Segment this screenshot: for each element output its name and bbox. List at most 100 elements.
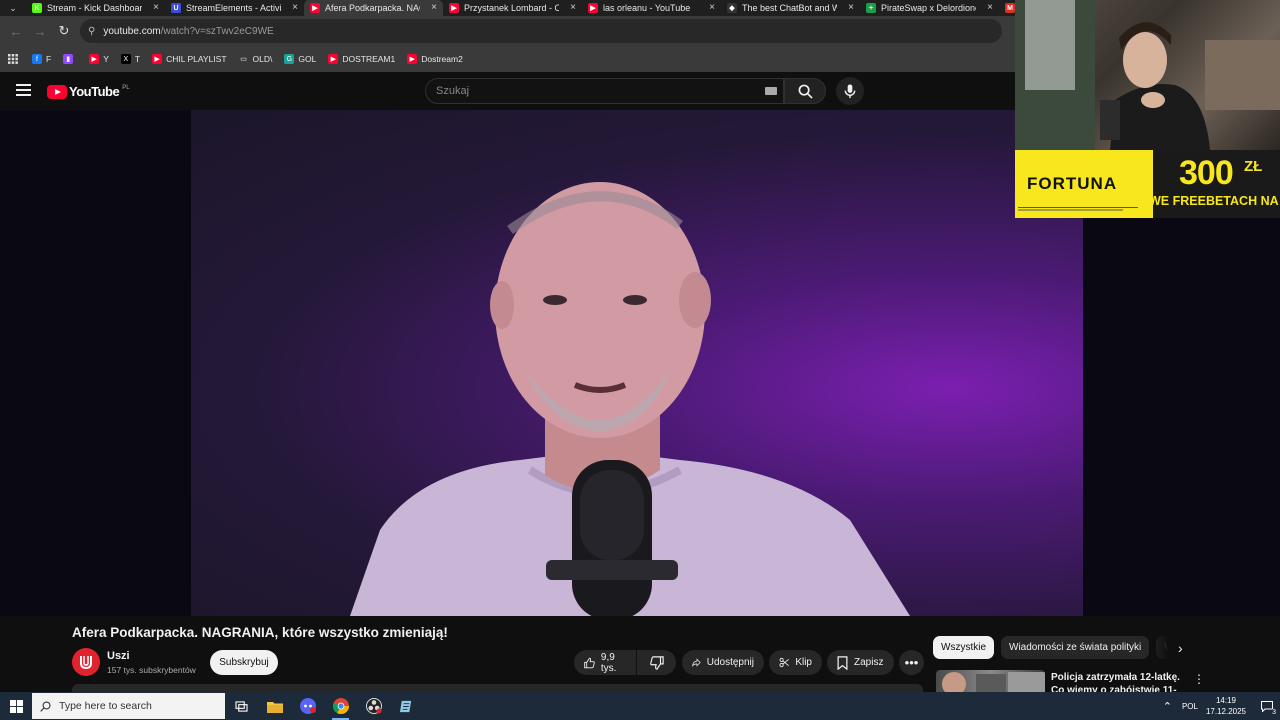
- bookmark-item[interactable]: ▶ CHIL PLAYLIST: [152, 54, 227, 64]
- bookmark-item[interactable]: ▶ Y: [89, 54, 109, 64]
- tab-close-icon[interactable]: ×: [848, 2, 854, 13]
- browser-tab[interactable]: + PirateSwap x Delordione ×: [860, 0, 999, 16]
- bookmark-favicon-icon: X: [120, 54, 131, 64]
- back-icon[interactable]: ←: [4, 24, 28, 39]
- scissors-icon: [779, 657, 789, 668]
- tab-title: The best ChatBot and Wi: [742, 3, 837, 13]
- dislike-button[interactable]: [637, 650, 676, 675]
- presenter-figure: [350, 182, 910, 616]
- taskbar-search-icon: [40, 700, 51, 712]
- voice-search-button[interactable]: [836, 77, 864, 105]
- recommended-more-icon[interactable]: ⋮: [1193, 672, 1205, 686]
- browser-tab[interactable]: K Stream - Kick Dashboard ×: [26, 0, 165, 16]
- more-actions-icon[interactable]: •••: [899, 650, 924, 675]
- thumbs-down-icon: [649, 655, 664, 670]
- bookmark-label: Dostream2: [421, 54, 463, 64]
- windows-start-icon[interactable]: [0, 692, 32, 720]
- keyboard-icon[interactable]: [765, 87, 777, 95]
- bookmark-label: Y: [103, 54, 109, 64]
- tab-close-icon[interactable]: ×: [987, 2, 993, 13]
- promo-text: WE FREEBETACH NA START: [1149, 194, 1280, 208]
- bookmark-item[interactable]: XT: [120, 54, 140, 64]
- channel-logo-icon: [80, 656, 92, 670]
- bookmark-label: F: [46, 54, 52, 64]
- sponsor-overlay: FORTUNA 300 ZŁ WE FREEBETACH NA START: [1015, 150, 1280, 218]
- clock[interactable]: 14:19 17.12.2025: [1206, 695, 1246, 717]
- browser-tab[interactable]: ▶ Afera Podkarpacka. NAGR ×: [304, 0, 443, 16]
- youtube-header: YouTube PL Szukaj: [0, 72, 1015, 110]
- channel-avatar[interactable]: [72, 648, 100, 676]
- tab-close-icon[interactable]: ×: [570, 2, 576, 13]
- description-box[interactable]: [72, 684, 923, 692]
- address-toolbar: ← → ↻ ⚲ youtube.com/watch?v=szTwv2eC9WE: [0, 16, 1015, 46]
- search-placeholder: Szukaj: [436, 85, 470, 97]
- url-path: /watch?v=szTwv2eC9WE: [160, 25, 274, 37]
- browser-tab[interactable]: ▶ Przystanek Lombard - Od ×: [443, 0, 582, 16]
- tab-title: StreamElements - Activity: [186, 3, 281, 13]
- bookmark-icon: [837, 655, 848, 670]
- subscribe-button[interactable]: Subskrybuj: [210, 650, 278, 675]
- address-bar[interactable]: ⚲ youtube.com/watch?v=szTwv2eC9WE: [80, 19, 1002, 43]
- tab-close-icon[interactable]: ×: [153, 2, 159, 13]
- bookmark-label: DOSTREAM1: [342, 54, 396, 64]
- apps-grid-icon[interactable]: [8, 54, 18, 64]
- url-host: youtube.com: [103, 25, 161, 37]
- chip-politics[interactable]: Wiadomości ze świata polityki: [1001, 636, 1150, 659]
- chevron-right-icon[interactable]: ›: [1178, 640, 1183, 656]
- clip-button[interactable]: Klip: [769, 650, 822, 675]
- tab-close-icon[interactable]: ×: [292, 2, 298, 13]
- like-button[interactable]: 9,9 tys.: [574, 650, 636, 675]
- youtube-logo-word: YouTube: [69, 84, 120, 99]
- bookmark-item[interactable]: ▮: [63, 54, 77, 64]
- task-view-icon[interactable]: [225, 692, 258, 720]
- tray-chevron-up-icon[interactable]: ⌃: [1163, 700, 1172, 713]
- menu-icon[interactable]: [16, 84, 31, 97]
- clip-label: Klip: [795, 657, 812, 668]
- tab-close-icon[interactable]: ×: [709, 2, 715, 13]
- bookmark-item[interactable]: ▶ DOSTREAM1: [328, 54, 395, 64]
- bookmark-item[interactable]: G GOL: [284, 54, 316, 64]
- chrome-icon[interactable]: [324, 692, 357, 720]
- notepad-icon[interactable]: [390, 692, 423, 720]
- forward-icon[interactable]: →: [28, 24, 52, 39]
- file-explorer-icon[interactable]: [258, 692, 291, 720]
- channel-name[interactable]: Uszi: [107, 650, 130, 662]
- tab-close-icon[interactable]: ×: [431, 2, 437, 13]
- thumbs-up-icon: [584, 657, 595, 668]
- save-label: Zapisz: [854, 657, 884, 668]
- youtube-logo[interactable]: YouTube PL: [47, 84, 130, 99]
- discord-like-app-icon[interactable]: [291, 692, 324, 720]
- tab-favicon-icon: +: [866, 3, 876, 13]
- clock-date: 17.12.2025: [1205, 707, 1246, 716]
- notification-count: 3: [1272, 709, 1276, 716]
- bookmark-item[interactable]: ▭ OLD\: [239, 54, 272, 64]
- tabs-container: K Stream - Kick Dashboard × U StreamElements…: [26, 0, 1039, 16]
- promo-currency: ZŁ: [1244, 158, 1263, 175]
- webcam-scene: [1015, 0, 1280, 150]
- reload-icon[interactable]: ↻: [52, 23, 76, 39]
- chip-all[interactable]: Wszystkie: [933, 636, 994, 659]
- notifications-icon[interactable]: 3: [1254, 692, 1280, 720]
- language-indicator[interactable]: POL: [1182, 702, 1198, 711]
- browser-tab[interactable]: U StreamElements - Activity ×: [165, 0, 304, 16]
- tab-title: PirateSwap x Delordione: [881, 3, 976, 13]
- like-count: 9,9 tys.: [600, 651, 617, 674]
- browser-tab[interactable]: ◆ The best ChatBot and Wi ×: [721, 0, 860, 16]
- tab-favicon-icon: K: [32, 3, 42, 13]
- recommended-title[interactable]: Policja zatrzymała 12-latkę. Co wiemy o …: [1051, 671, 1186, 692]
- search-input[interactable]: Szukaj: [425, 78, 784, 104]
- taskbar-search-placeholder: Type here to search: [59, 700, 152, 712]
- taskbar-search-input[interactable]: Type here to search: [32, 693, 225, 719]
- share-button[interactable]: Udostępnij: [682, 650, 764, 675]
- bookmark-item[interactable]: fF: [32, 54, 51, 64]
- tab-title: las orleanu - YouTube: [603, 3, 691, 13]
- search-button[interactable]: [784, 78, 826, 104]
- browser-tab[interactable]: ▶ las orleanu - YouTube ×: [582, 0, 721, 16]
- save-button[interactable]: Zapisz: [827, 650, 894, 675]
- tab-search-chevron-icon[interactable]: ⌄: [0, 0, 26, 16]
- recommended-thumbnail[interactable]: [936, 670, 1045, 692]
- bookmark-item[interactable]: ▶ Dostream2: [407, 54, 463, 64]
- site-info-icon[interactable]: ⚲: [88, 26, 95, 37]
- obs-icon[interactable]: [357, 692, 390, 720]
- thumbnail-image: [942, 672, 1045, 692]
